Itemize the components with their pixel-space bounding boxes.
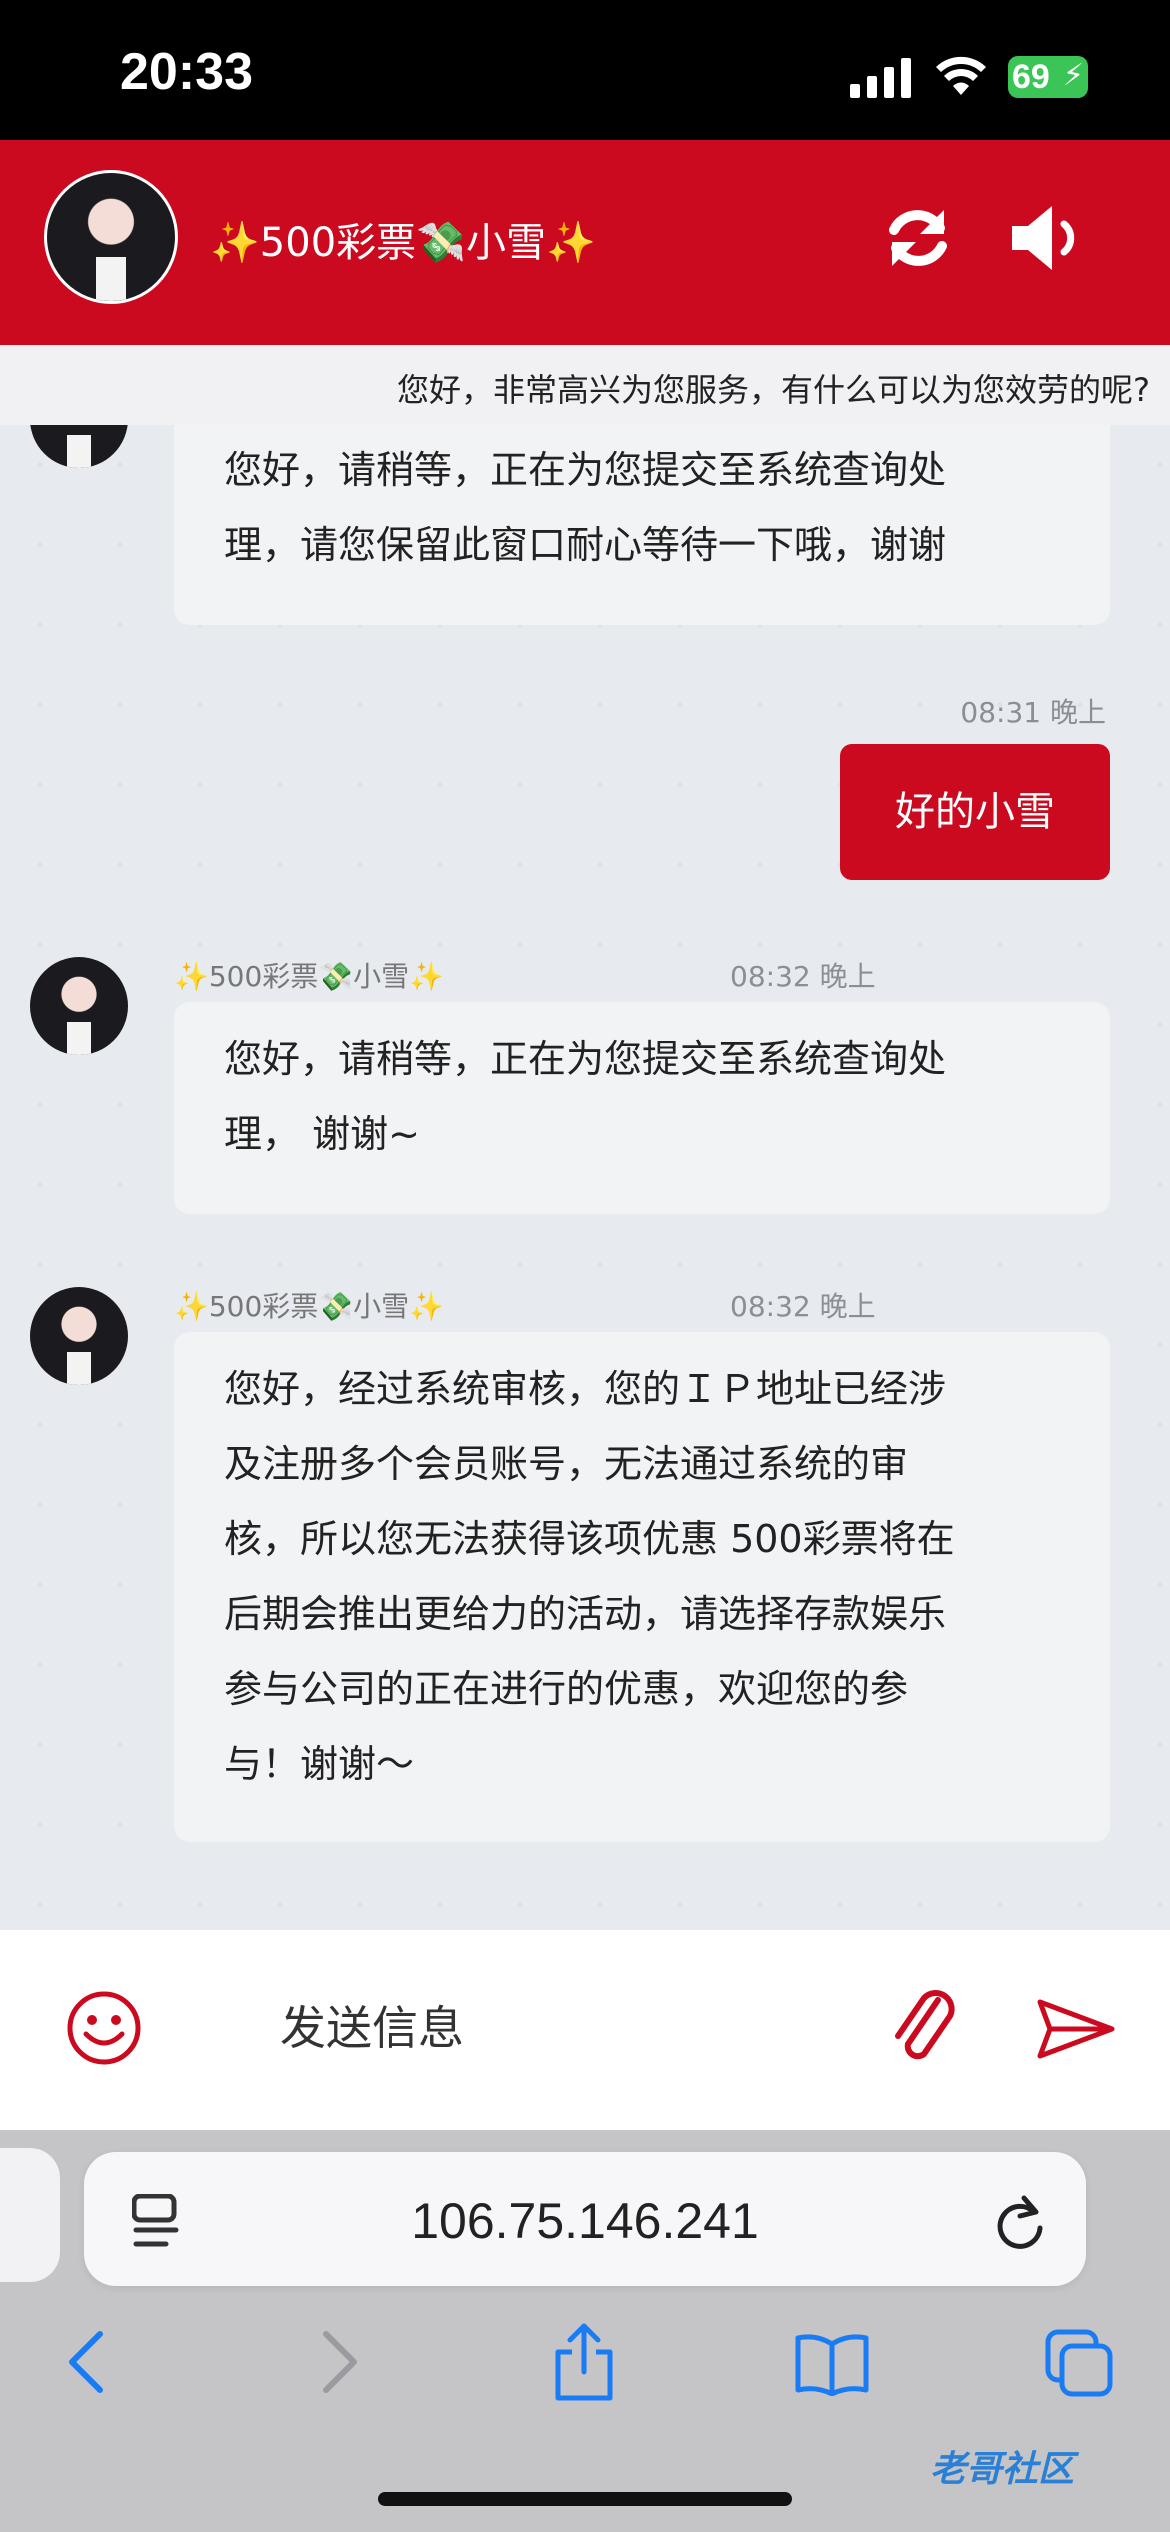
agent-name: ✨500彩票💸小雪✨ bbox=[210, 220, 596, 266]
message-time: 08:32 晚上 bbox=[730, 960, 876, 993]
reload-icon[interactable] bbox=[994, 2194, 1046, 2250]
bookmarks-icon[interactable] bbox=[794, 2332, 870, 2396]
agent-avatar[interactable] bbox=[44, 170, 178, 304]
message-text: 核，所以您无法获得该项优惠 500彩票将在 bbox=[224, 1517, 955, 1561]
greeting-marquee: 您好，非常高兴为您服务，有什么可以为您效劳的呢? bbox=[0, 345, 1170, 425]
previous-tab-preview[interactable] bbox=[0, 2148, 60, 2282]
home-indicator[interactable] bbox=[378, 2492, 792, 2506]
message-bubble: 您好，请稍等，正在为您提交至系统查询处 理，请您保留此窗口耐心等待一下哦，谢谢 bbox=[174, 425, 1110, 625]
share-icon[interactable] bbox=[552, 2322, 616, 2402]
chat-messages[interactable]: 您好，请稍等，正在为您提交至系统查询处 理，请您保留此窗口耐心等待一下哦，谢谢 … bbox=[0, 425, 1170, 1930]
message-time: 08:32 晚上 bbox=[730, 1290, 876, 1323]
chat-header: ✨500彩票💸小雪✨ bbox=[0, 140, 1170, 345]
sender-name: ✨500彩票💸小雪✨ bbox=[174, 1290, 445, 1323]
message-text: 理， 谢谢~ bbox=[224, 1112, 420, 1156]
agent-avatar-small bbox=[30, 1287, 128, 1385]
speaker-icon[interactable] bbox=[1010, 202, 1084, 274]
forward-icon[interactable] bbox=[320, 2330, 360, 2394]
wifi-icon bbox=[936, 56, 986, 95]
message-time: 08:31 晚上 bbox=[960, 696, 1106, 729]
message-text: 参与公司的正在进行的优惠，欢迎您的参 bbox=[224, 1667, 909, 1711]
agent-avatar-small bbox=[30, 957, 128, 1055]
sender-name: ✨500彩票💸小雪✨ bbox=[174, 960, 445, 993]
message-text: 理，请您保留此窗口耐心等待一下哦，谢谢 bbox=[224, 523, 947, 567]
message-text: 您好，请稍等，正在为您提交至系统查询处 bbox=[224, 1037, 947, 1081]
address-bar[interactable]: 106.75.146.241 bbox=[84, 2152, 1086, 2286]
agent-avatar-small bbox=[30, 425, 128, 468]
refresh-icon[interactable] bbox=[882, 202, 954, 274]
message-text: 与！谢谢～ bbox=[224, 1742, 415, 1786]
attachment-icon[interactable] bbox=[890, 1986, 960, 2070]
battery-level: 69 bbox=[1012, 58, 1050, 96]
message-text: 您好，经过系统审核，您的ＩＰ地址已经涉 bbox=[224, 1367, 947, 1411]
cellular-signal-icon bbox=[850, 58, 911, 98]
url-text[interactable]: 106.75.146.241 bbox=[84, 2192, 1086, 2250]
status-bar: 20:33 69 ⚡ bbox=[0, 0, 1170, 140]
back-icon[interactable] bbox=[66, 2330, 106, 2394]
message-text: 后期会推出更给力的活动，请选择存款娱乐 bbox=[224, 1592, 947, 1636]
watermark-logo: 老哥社区 bbox=[930, 2449, 1075, 2490]
message-input[interactable]: 发送信息 bbox=[280, 1992, 464, 2058]
emoji-icon[interactable] bbox=[66, 1990, 142, 2066]
status-time: 20:33 bbox=[120, 43, 253, 101]
message-text: 及注册多个会员账号，无法通过系统的审 bbox=[224, 1442, 909, 1486]
charging-bolt-icon: ⚡ bbox=[1062, 58, 1084, 93]
send-icon[interactable] bbox=[1036, 1998, 1116, 2060]
tabs-icon[interactable] bbox=[1044, 2328, 1114, 2398]
message-bubble: 您好，请稍等，正在为您提交至系统查询处 理， 谢谢~ bbox=[174, 1002, 1110, 1214]
message-bubble: 您好，经过系统审核，您的ＩＰ地址已经涉 及注册多个会员账号，无法通过系统的审 核… bbox=[174, 1332, 1110, 1842]
sent-message-bubble: 好的小雪 bbox=[840, 744, 1110, 880]
message-text: 您好，请稍等，正在为您提交至系统查询处 bbox=[224, 448, 947, 492]
greeting-text: 您好，非常高兴为您服务，有什么可以为您效劳的呢? bbox=[397, 371, 1150, 409]
battery-icon: 69 ⚡ bbox=[1008, 56, 1088, 98]
message-input-bar: 发送信息 bbox=[0, 1930, 1170, 2130]
